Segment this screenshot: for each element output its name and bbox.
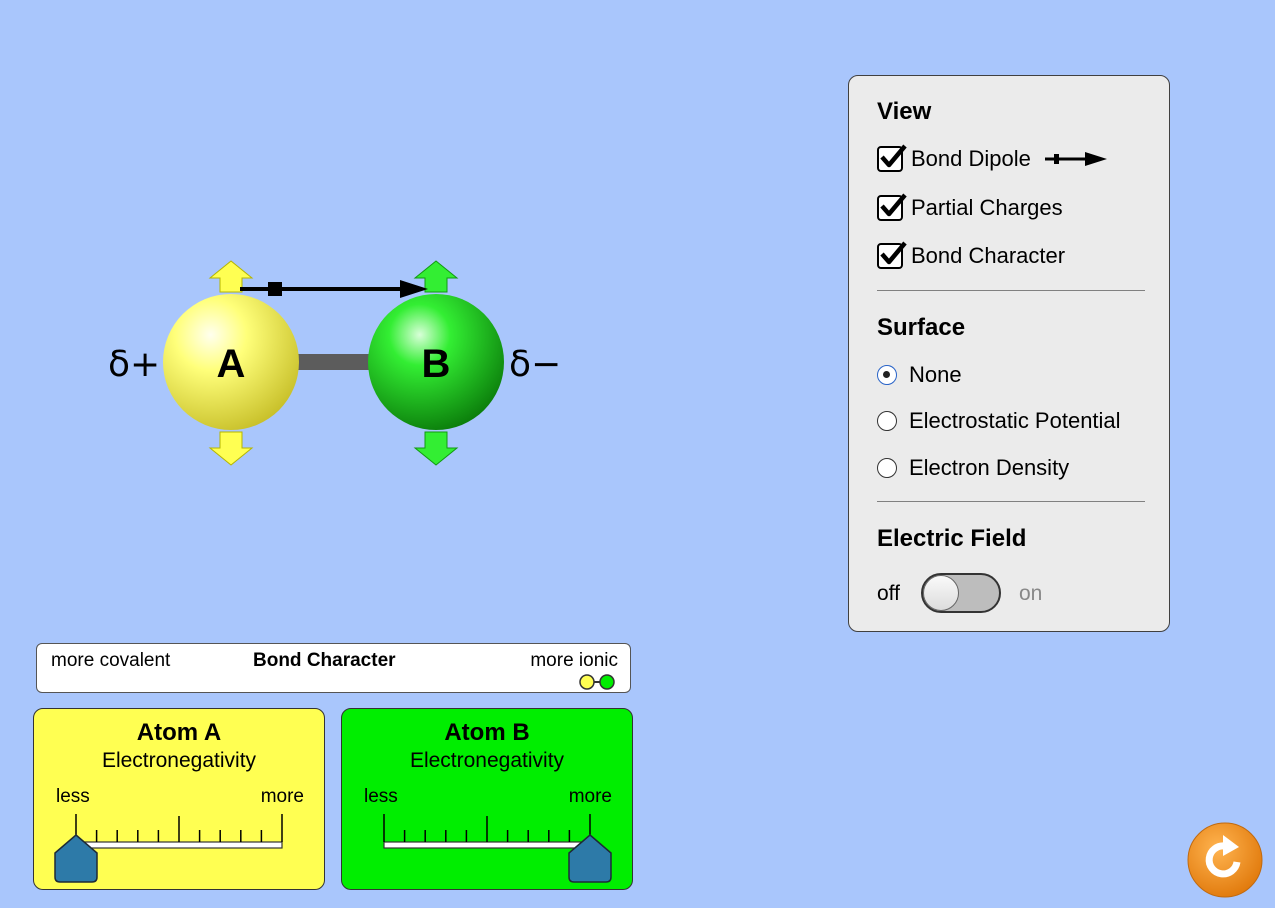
checkbox-label: Partial Charges xyxy=(911,195,1063,220)
atom-a-electronegativity-panel: Atom A Electronegativity less more xyxy=(33,708,325,890)
toggle-on-label: on xyxy=(1019,582,1043,605)
view-title: View xyxy=(877,98,932,125)
electric-field-title: Electric Field xyxy=(877,525,1027,552)
radio-label: None xyxy=(909,362,962,387)
atom-a-label: A xyxy=(217,342,246,386)
partial-charge-a: δ+ xyxy=(108,344,160,385)
atom-b-label: B xyxy=(422,342,451,386)
checkmark-icon[interactable] xyxy=(877,144,907,172)
toggle-off-label: off xyxy=(877,582,900,605)
checkmark-icon[interactable] xyxy=(877,241,907,269)
checkbox-bond-character[interactable]: Bond Character xyxy=(877,241,1065,271)
control-panel: View Bond Dipole Partial Charges Bond Ch… xyxy=(848,75,1170,632)
bond-dipole-arrow xyxy=(240,280,428,298)
divider xyxy=(877,290,1145,291)
more-covalent-label: more covalent xyxy=(51,650,171,671)
bond-character-marker-icon[interactable] xyxy=(577,671,617,691)
atom-a-slider[interactable] xyxy=(34,709,326,891)
radio-label: Electrostatic Potential xyxy=(909,408,1121,433)
more-ionic-label: more ionic xyxy=(530,650,618,671)
radio-button[interactable] xyxy=(877,458,897,478)
atom-b-electronegativity-panel: Atom B Electronegativity less more xyxy=(341,708,633,890)
radio-surface-electron-density[interactable]: Electron Density xyxy=(877,455,1069,481)
dipole-arrow-icon xyxy=(1044,152,1107,166)
bond-character-title: Bond Character xyxy=(253,650,396,671)
electric-field-toggle[interactable] xyxy=(921,573,1001,613)
bond xyxy=(296,354,372,370)
checkmark-icon[interactable] xyxy=(877,193,907,221)
partial-charge-b: δ− xyxy=(509,344,561,385)
radio-surface-electrostatic[interactable]: Electrostatic Potential xyxy=(877,408,1121,434)
radio-label: Electron Density xyxy=(909,455,1070,480)
divider xyxy=(877,501,1145,502)
radio-button[interactable] xyxy=(877,411,897,431)
toggle-knob[interactable] xyxy=(923,575,959,611)
checkbox-label: Bond Dipole xyxy=(911,146,1031,171)
reset-button[interactable] xyxy=(1187,822,1263,898)
bond-character-bar: more covalent Bond Character more ionic xyxy=(36,643,631,693)
radio-surface-none[interactable]: None xyxy=(877,362,962,388)
atom-b-down-arrow-icon[interactable] xyxy=(413,431,459,466)
atom-b-slider[interactable] xyxy=(342,709,634,891)
surface-title: Surface xyxy=(877,314,966,341)
molecule-view: A B δ+ δ− xyxy=(108,260,561,466)
checkbox-label: Bond Character xyxy=(911,243,1066,268)
checkbox-bond-dipole[interactable]: Bond Dipole xyxy=(877,144,1109,174)
atom-a-down-arrow-icon[interactable] xyxy=(208,431,254,466)
radio-button[interactable] xyxy=(877,365,897,385)
checkbox-partial-charges[interactable]: Partial Charges xyxy=(877,193,1063,223)
